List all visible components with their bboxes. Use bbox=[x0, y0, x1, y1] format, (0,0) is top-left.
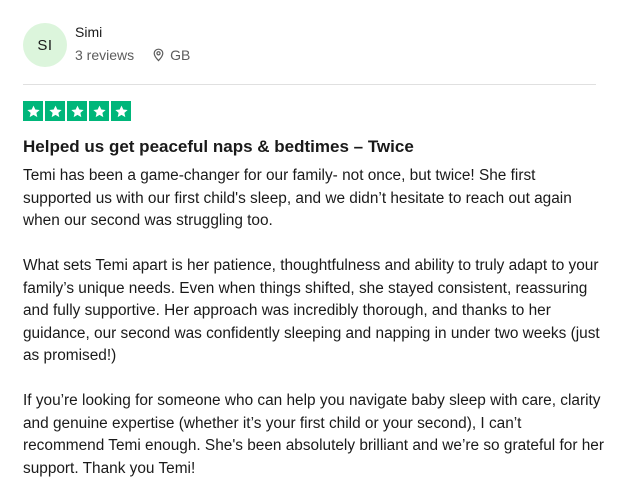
divider bbox=[23, 84, 596, 85]
review-body: Temi has been a game-changer for our fam… bbox=[23, 165, 605, 480]
reviewer-meta: 3 reviews GB bbox=[75, 47, 190, 63]
star-icon bbox=[67, 101, 87, 121]
reviewer-header: SI Simi 3 reviews GB bbox=[23, 23, 598, 69]
review-paragraph: Temi has been a game-changer for our fam… bbox=[23, 167, 572, 229]
review-paragraph: If you’re looking for someone who can he… bbox=[23, 392, 604, 477]
review-title[interactable]: Helped us get peaceful naps & bedtimes –… bbox=[23, 136, 603, 158]
star-icon bbox=[89, 101, 109, 121]
review-card: SI Simi 3 reviews GB Helped us get peace… bbox=[0, 0, 618, 485]
star-icon bbox=[45, 101, 65, 121]
reviews-count: 3 reviews bbox=[75, 47, 135, 63]
reviewer-name[interactable]: Simi bbox=[75, 24, 102, 40]
star-icon bbox=[111, 101, 131, 121]
star-rating bbox=[23, 101, 131, 121]
location-pin-icon bbox=[152, 48, 165, 62]
star-icon bbox=[23, 101, 43, 121]
review-paragraph: What sets Temi apart is her patience, th… bbox=[23, 257, 600, 364]
avatar[interactable]: SI bbox=[23, 23, 67, 67]
reviewer-location: GB bbox=[170, 47, 191, 63]
